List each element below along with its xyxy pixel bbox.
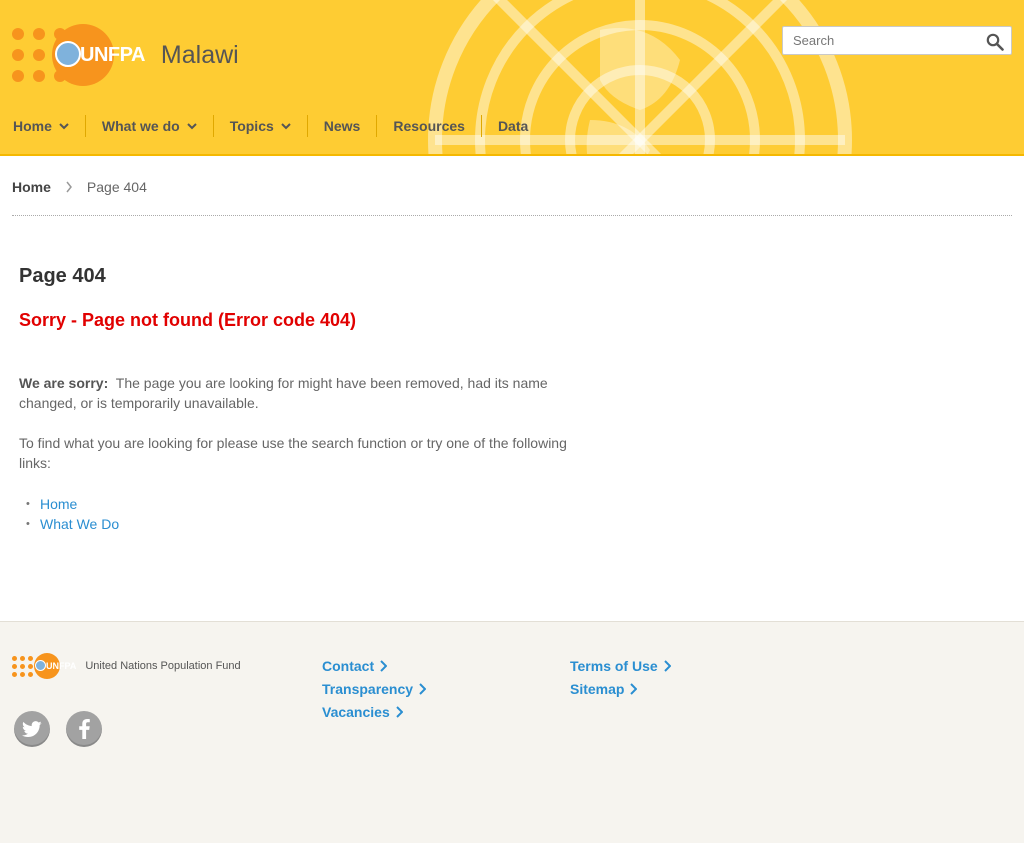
chevron-down-icon bbox=[281, 122, 291, 129]
footer-link-sitemap[interactable]: Sitemap bbox=[570, 677, 671, 700]
country-name: Malawi bbox=[160, 40, 239, 69]
twitter-icon bbox=[22, 720, 42, 737]
unfpa-logo[interactable]: UNFPA Malawi bbox=[12, 24, 239, 86]
breadcrumb-current: Page 404 bbox=[86, 179, 147, 195]
nav-news[interactable]: News bbox=[306, 115, 377, 137]
nav-what-we-do[interactable]: What we do bbox=[84, 115, 213, 137]
suggested-links: Home What We Do bbox=[19, 494, 579, 534]
link-home[interactable]: Home bbox=[40, 496, 77, 512]
footer-links-col-1: Contact Transparency Vacancies bbox=[322, 654, 427, 723]
footer-logo[interactable]: UNFPA United Nations Population Fund bbox=[12, 653, 241, 679]
main-nav: Home What we do Topics News Resources Da… bbox=[0, 113, 544, 139]
chevron-down-icon bbox=[59, 122, 69, 129]
list-item: Home bbox=[19, 494, 579, 514]
chevron-right-icon bbox=[419, 682, 427, 695]
page-title: Page 404 bbox=[19, 265, 106, 287]
find-paragraph: To find what you are looking for please … bbox=[19, 435, 567, 471]
nav-data[interactable]: Data bbox=[480, 115, 544, 137]
chevron-right-icon bbox=[663, 659, 671, 672]
site-footer: UNFPA United Nations Population Fund Con… bbox=[0, 621, 1024, 843]
un-globe-icon bbox=[35, 660, 46, 671]
twitter-button[interactable] bbox=[14, 711, 50, 747]
link-what-we-do[interactable]: What We Do bbox=[40, 516, 119, 532]
footer-link-contact[interactable]: Contact bbox=[322, 654, 426, 677]
logo-brand-text: UNFPA bbox=[80, 43, 145, 66]
nav-home[interactable]: Home bbox=[0, 115, 85, 137]
chevron-right-icon bbox=[630, 682, 638, 695]
sorry-paragraph: We are sorry: The page you are looking f… bbox=[19, 373, 579, 413]
error-message: Sorry - Page not found (Error code 404) bbox=[19, 310, 357, 330]
breadcrumb: Home Page 404 bbox=[12, 179, 147, 195]
chevron-right-icon bbox=[66, 181, 72, 193]
footer-brand-text: UNFPA bbox=[46, 661, 77, 671]
sorry-label: We are sorry: bbox=[19, 375, 109, 391]
search-box bbox=[782, 26, 1012, 55]
un-globe-icon bbox=[55, 41, 81, 67]
footer-link-vacancies[interactable]: Vacancies bbox=[322, 700, 426, 723]
footer-links-col-2: Terms of Use Sitemap bbox=[570, 654, 671, 700]
chevron-right-icon bbox=[380, 659, 388, 672]
chevron-right-icon bbox=[396, 705, 403, 718]
search-icon[interactable] bbox=[986, 33, 1004, 51]
chevron-down-icon bbox=[186, 122, 197, 129]
main-content: Page 404 Sorry - Page not found (Error c… bbox=[19, 265, 579, 534]
footer-org-name: United Nations Population Fund bbox=[85, 660, 241, 672]
footer-logo-dots bbox=[12, 655, 33, 677]
nav-resources[interactable]: Resources bbox=[376, 115, 481, 137]
facebook-button[interactable] bbox=[66, 711, 102, 747]
site-header: UNFPA Malawi Home What we do Topics News… bbox=[0, 0, 1024, 156]
breadcrumb-divider bbox=[12, 215, 1012, 216]
nav-topics[interactable]: Topics bbox=[212, 115, 307, 137]
list-item: What We Do bbox=[19, 514, 579, 534]
footer-link-terms-of-use[interactable]: Terms of Use bbox=[570, 654, 671, 677]
search-input[interactable] bbox=[783, 27, 973, 54]
footer-link-transparency[interactable]: Transparency bbox=[322, 677, 427, 700]
breadcrumb-home[interactable]: Home bbox=[12, 179, 51, 195]
facebook-icon bbox=[78, 719, 90, 739]
